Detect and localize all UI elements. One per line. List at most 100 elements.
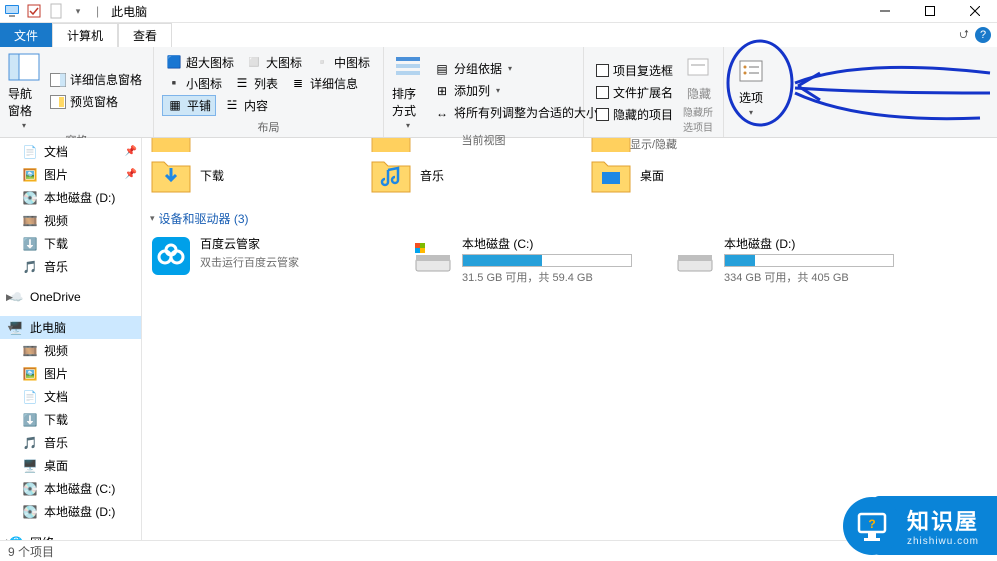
ribbon-group-layout-label: 布局 [162, 117, 375, 135]
drive-icon: 💽 [22, 481, 38, 497]
badge-text: 知识屋 [907, 504, 979, 536]
tab-computer[interactable]: 计算机 [52, 23, 118, 47]
device-drive-c[interactable]: 本地磁盘 (C:) 31.5 GB 可用，共 59.4 GB [412, 235, 632, 285]
nav-videos[interactable]: 🎞️视频 [0, 339, 141, 362]
music-icon: 🎵 [22, 259, 38, 275]
add-column-button[interactable]: ⊞添加列▾ [430, 81, 602, 100]
content-icon: ☱ [224, 97, 240, 113]
svg-text:?: ? [868, 517, 875, 531]
drive-icon: 💽 [22, 190, 38, 206]
nav-network[interactable]: ▶🌐网络 [0, 531, 141, 540]
nav-onedrive[interactable]: ▶☁️OneDrive [0, 286, 141, 308]
nav-pictures[interactable]: 🖼️图片📌 [0, 163, 141, 186]
options-button[interactable]: 选项 ▾ [732, 51, 770, 121]
this-pc-icon [4, 3, 20, 19]
hide-selected-button[interactable]: 隐藏 隐藏所选项目 [683, 51, 715, 134]
ribbon: 导航窗格 ▾ 详细信息窗格 预览窗格 窗格 🟦超大图标 ◻️大图标 ▫️中图标 … [0, 47, 997, 138]
doc-qat-icon[interactable] [48, 3, 64, 19]
status-item-count: 9 个项目 [8, 543, 54, 560]
content-area: 下载 音乐 桌面 ▾ 设备和驱动器 (3) 百度云管家 双击运行百度云管家 [142, 138, 997, 540]
device-drive-d[interactable]: 本地磁盘 (D:) 334 GB 可用，共 405 GB [674, 235, 894, 285]
nav-local-c[interactable]: 💽本地磁盘 (C:) [0, 477, 141, 500]
ribbon-group-currentview: 排序方式 ▾ ▤分组依据▾ ⊞添加列▾ ↔将所有列调整为合适的大小 当前视图 [384, 47, 584, 137]
folder-desktop[interactable]: 桌面 [590, 156, 750, 194]
layout-content[interactable]: ☱内容 [220, 95, 272, 116]
downloads-icon: ⬇️ [22, 236, 38, 252]
sort-icon [392, 51, 424, 83]
qat-dropdown-icon[interactable]: ▾ [70, 3, 86, 19]
details-pane-button[interactable]: 详细信息窗格 [46, 70, 146, 89]
details-pane-icon [50, 72, 66, 88]
hidden-items-toggle[interactable]: 隐藏的项目 [592, 105, 677, 124]
preview-pane-icon [50, 94, 66, 110]
window-title: 此电脑 [111, 3, 147, 20]
checkbox-qat-icon[interactable] [26, 3, 42, 19]
layout-details[interactable]: ≣详细信息 [286, 74, 362, 93]
badge-icon: ? [843, 497, 901, 555]
list-icon: ☰ [234, 75, 250, 91]
m-icons-icon: ▫️ [314, 54, 330, 70]
ribbon-group-panes: 导航窗格 ▾ 详细信息窗格 预览窗格 窗格 [0, 47, 154, 137]
group-by-button[interactable]: ▤分组依据▾ [430, 59, 602, 78]
devices-section-header[interactable]: ▾ 设备和驱动器 (3) [150, 204, 989, 231]
music-icon: 🎵 [22, 435, 38, 451]
fit-columns-icon: ↔ [434, 105, 450, 121]
layout-l-icons[interactable]: ◻️大图标 [242, 53, 306, 72]
drive-icon: 💽 [22, 504, 38, 520]
nav-this-pc[interactable]: ▼🖥️此电脑 [0, 316, 141, 339]
nav-downloads-quick[interactable]: ⬇️下载 [0, 232, 141, 255]
folder-music[interactable]: 音乐 [370, 156, 530, 194]
nav-music-quick[interactable]: 🎵音乐 [0, 255, 141, 278]
s-icons-icon: ▪️ [166, 75, 182, 91]
pin-icon: 📌 [125, 146, 137, 157]
nav-local-d-quick[interactable]: 💽本地磁盘 (D:) [0, 186, 141, 209]
add-column-icon: ⊞ [434, 83, 450, 99]
main: 📄文档📌 🖼️图片📌 💽本地磁盘 (D:) 🎞️视频 ⬇️下载 🎵音乐 ▶☁️O… [0, 138, 997, 540]
drive-c-icon [412, 235, 454, 277]
nav-downloads-pc[interactable]: ⬇️下载 [0, 408, 141, 431]
badge-url: zhishiwu.com [907, 536, 979, 547]
chevron-down-icon: ▼ [6, 323, 15, 333]
layout-s-icons[interactable]: ▪️小图标 [162, 74, 226, 93]
nav-pane-button[interactable]: 导航窗格 ▾ [8, 51, 40, 130]
tab-file[interactable]: 文件 [0, 23, 52, 47]
nav-pictures-pc[interactable]: 🖼️图片 [0, 362, 141, 385]
nav-desktop-pc[interactable]: 🖥️桌面 [0, 454, 141, 477]
device-baidu[interactable]: 百度云管家 双击运行百度云管家 [150, 235, 370, 285]
item-checkboxes-toggle[interactable]: 项目复选框 [592, 61, 677, 80]
nav-documents-pc[interactable]: 📄文档 [0, 385, 141, 408]
checkbox-icon [596, 108, 609, 121]
storage-bar [724, 254, 894, 267]
minimize-ribbon-icon[interactable]: ⮍ [959, 25, 969, 46]
tab-view[interactable]: 查看 [118, 23, 172, 47]
options-label: 选项 [739, 89, 763, 106]
drive-d-icon [674, 235, 716, 277]
sort-label: 排序方式 [392, 85, 424, 119]
nav-videos-quick[interactable]: 🎞️视频 [0, 209, 141, 232]
documents-icon: 📄 [22, 389, 38, 405]
device-subtitle: 31.5 GB 可用，共 59.4 GB [462, 269, 632, 285]
titlebar: ▾ | 此电脑 [0, 0, 997, 23]
file-ext-toggle[interactable]: 文件扩展名 [592, 83, 677, 102]
nav-local-d[interactable]: 💽本地磁盘 (D:) [0, 500, 141, 523]
storage-bar-fill [463, 255, 542, 266]
folder-downloads[interactable]: 下载 [150, 156, 310, 194]
layout-m-icons[interactable]: ▫️中图标 [310, 53, 374, 72]
fit-columns-button[interactable]: ↔将所有列调整为合适的大小 [430, 103, 602, 122]
nav-music-pc[interactable]: 🎵音乐 [0, 431, 141, 454]
sort-button[interactable]: 排序方式 ▾ [392, 51, 424, 130]
preview-pane-button[interactable]: 预览窗格 [46, 92, 146, 111]
ribbon-group-options: 选项 ▾ [724, 47, 778, 137]
maximize-button[interactable] [907, 0, 952, 23]
device-title: 本地磁盘 (C:) [462, 235, 632, 252]
pictures-icon: 🖼️ [22, 167, 38, 183]
desktop-icon: 🖥️ [22, 458, 38, 474]
close-button[interactable] [952, 0, 997, 23]
nav-documents[interactable]: 📄文档📌 [0, 140, 141, 163]
layout-list[interactable]: ☰列表 [230, 74, 282, 93]
minimize-button[interactable] [862, 0, 907, 23]
layout-xl-icons[interactable]: 🟦超大图标 [162, 53, 238, 72]
layout-tiles[interactable]: ▦平铺 [162, 95, 216, 116]
chevron-down-icon: ▾ [150, 213, 155, 224]
help-icon[interactable]: ? [975, 27, 991, 43]
